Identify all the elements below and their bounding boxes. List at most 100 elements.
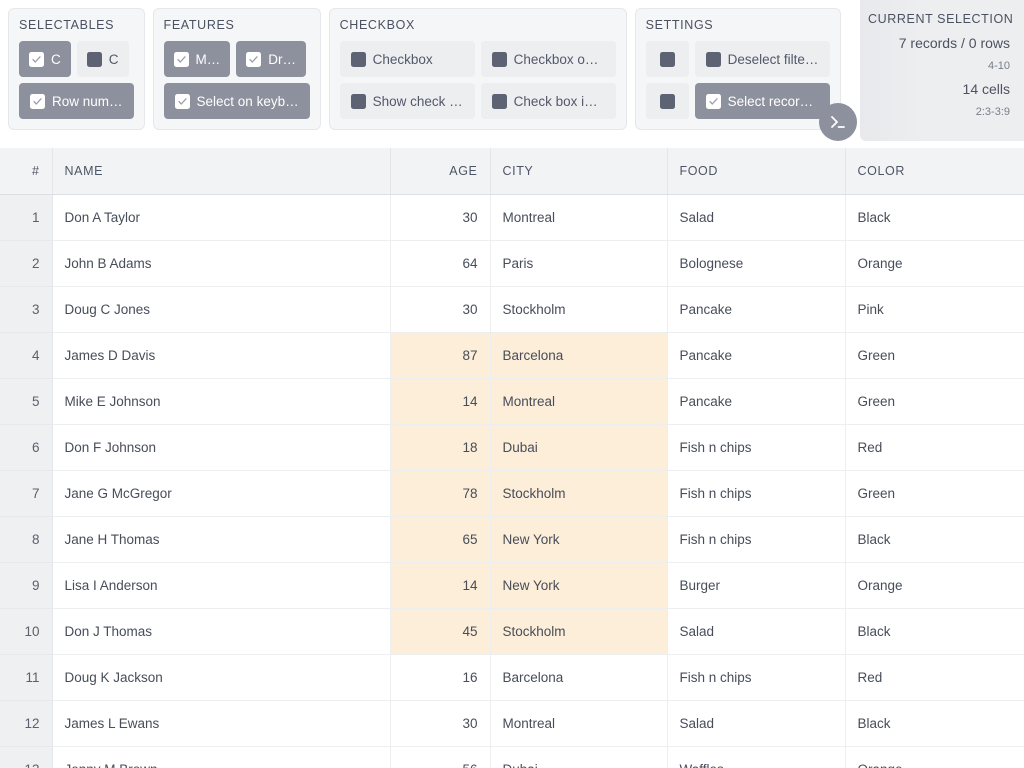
cell-color[interactable]: Orange [845,746,1024,768]
cell-city[interactable]: Stockholm [490,470,668,517]
toggle-settings-select-record-on[interactable]: Select record on… [694,83,830,119]
cell-name[interactable]: Jane G McGregor [52,470,391,517]
cell-food[interactable]: Pancake [667,378,846,425]
cell-color[interactable]: Red [845,424,1024,471]
cell-name[interactable]: Don J Thomas [52,608,391,655]
table-row[interactable]: 13Jenny M Brown56DubaiWafflesOrange [0,746,1024,768]
column-header-food[interactable]: FOOD [667,148,846,195]
cell-city[interactable]: New York [490,516,668,563]
table-row[interactable]: 7 Jane G McGregor 78 Stockholm Fish n chips G… [0,470,1024,517]
column-header-city[interactable]: CITY [490,148,668,195]
row-number-cell[interactable]: 6 [0,424,53,471]
cell-city[interactable]: Dubai [490,746,668,768]
cell-color[interactable]: Orange [845,240,1024,287]
cell-age[interactable]: 65 [390,516,491,563]
cell-age[interactable]: 45 [390,608,491,655]
toggle-selectables-row-num[interactable]: Row num… [19,83,134,119]
cell-city[interactable]: Montreal [490,378,668,425]
cell-age[interactable]: 87 [390,332,491,379]
cell-city[interactable]: New York [490,562,668,609]
cell-age[interactable]: 56 [390,746,491,768]
toggle-checkbox-checkbox-o[interactable]: Checkbox o… [480,41,616,77]
cell-city[interactable]: Stockholm [490,286,668,333]
toggle-features-dr[interactable]: Dr… [236,41,307,77]
cell-name[interactable]: Don F Johnson [52,424,391,471]
row-number-cell[interactable]: 9 [0,562,53,609]
cell-city[interactable]: Stockholm [490,608,668,655]
table-row[interactable]: 6 Don F Johnson 18 Dubai Fish n chips Red [0,424,1024,471]
toggle-checkbox-check-box-in[interactable]: Check box in… [480,83,616,119]
cell-color[interactable]: Black [845,608,1024,655]
toggle-settings-deselect-filtered[interactable]: Deselect filtered… [694,41,830,77]
table-row[interactable]: 10 Don J Thomas 45 Stockholm Salad Black [0,608,1024,655]
cell-food[interactable]: Bolognese [667,240,846,287]
table-row[interactable]: 2 John B Adams 64 Paris Bolognese Orange [0,240,1024,287]
toggle-settings-toggle[interactable] [645,83,689,119]
cell-age[interactable]: 78 [390,470,491,517]
cell-name[interactable]: Jenny M Brown [52,746,391,768]
cell-age[interactable]: 30 [390,286,491,333]
cell-food[interactable]: Pancake [667,332,846,379]
table-row[interactable]: 1 Don A Taylor 30 Montreal Salad Black [0,194,1024,241]
row-number-cell[interactable]: 4 [0,332,53,379]
column-header-age[interactable]: AGE [390,148,491,195]
cell-food[interactable]: Fish n chips [667,516,846,563]
toggle-selectables-c[interactable]: C [76,41,129,77]
cell-age[interactable]: 30 [390,194,491,241]
cell-name[interactable]: John B Adams [52,240,391,287]
cell-name[interactable]: Doug K Jackson [52,654,391,701]
cell-color[interactable]: Black [845,700,1024,747]
cell-color[interactable]: Red [845,654,1024,701]
cell-color[interactable]: Green [845,378,1024,425]
toggle-checkbox-checkbox[interactable]: Checkbox [339,41,475,77]
table-row[interactable]: 3 Doug C Jones 30 Stockholm Pancake Pink [0,286,1024,333]
table-row[interactable]: 12 James L Ewans 30 Montreal Salad Black [0,700,1024,747]
cell-age[interactable]: 18 [390,424,491,471]
cell-city[interactable]: Montreal [490,194,668,241]
cell-age[interactable]: 14 [390,562,491,609]
cell-food[interactable]: Fish n chips [667,470,846,517]
cell-city[interactable]: Montreal [490,700,668,747]
cell-color[interactable]: Green [845,470,1024,517]
column-header-color[interactable]: COLOR [845,148,1024,195]
cell-name[interactable]: James D Davis [52,332,391,379]
cell-city[interactable]: Barcelona [490,332,668,379]
cell-food[interactable]: Salad [667,194,846,241]
row-number-cell[interactable]: 1 [0,194,53,241]
row-number-cell[interactable]: 5 [0,378,53,425]
cell-color[interactable]: Green [845,332,1024,379]
cell-food[interactable]: Waffles [667,746,846,768]
cell-food[interactable]: Salad [667,608,846,655]
toggle-settings-toggle[interactable] [645,41,689,77]
cell-age[interactable]: 16 [390,654,491,701]
cell-food[interactable]: Fish n chips [667,424,846,471]
cell-city[interactable]: Barcelona [490,654,668,701]
toggle-features-select-on-keyb[interactable]: Select on keyb… [163,83,310,119]
toggle-features-m[interactable]: M… [163,41,231,77]
cell-food[interactable]: Burger [667,562,846,609]
row-number-cell[interactable]: 8 [0,516,53,563]
row-number-cell[interactable]: 13 [0,746,53,768]
cell-name[interactable]: Don A Taylor [52,194,391,241]
table-row[interactable]: 11 Doug K Jackson 16 Barcelona Fish n chips R… [0,654,1024,701]
row-number-cell[interactable]: 11 [0,654,53,701]
cell-name[interactable]: Mike E Johnson [52,378,391,425]
toggle-checkbox-show-check[interactable]: Show check … [339,83,475,119]
cell-city[interactable]: Dubai [490,424,668,471]
cell-food[interactable]: Salad [667,700,846,747]
column-header-num[interactable]: # [0,148,53,195]
table-row[interactable]: 8 Jane H Thomas 65 New York Fish n chips Blac… [0,516,1024,563]
cell-age[interactable]: 64 [390,240,491,287]
cell-name[interactable]: Lisa I Anderson [52,562,391,609]
cell-food[interactable]: Fish n chips [667,654,846,701]
table-row[interactable]: 9 Lisa I Anderson 14 New York Burger Orange [0,562,1024,609]
cell-name[interactable]: James L Ewans [52,700,391,747]
column-header-name[interactable]: NAME [52,148,391,195]
cell-city[interactable]: Paris [490,240,668,287]
cell-age[interactable]: 14 [390,378,491,425]
cell-color[interactable]: Black [845,194,1024,241]
table-row[interactable]: 4 James D Davis 87 Barcelona Pancake Green [0,332,1024,379]
cell-age[interactable]: 30 [390,700,491,747]
row-number-cell[interactable]: 12 [0,700,53,747]
cell-food[interactable]: Pancake [667,286,846,333]
